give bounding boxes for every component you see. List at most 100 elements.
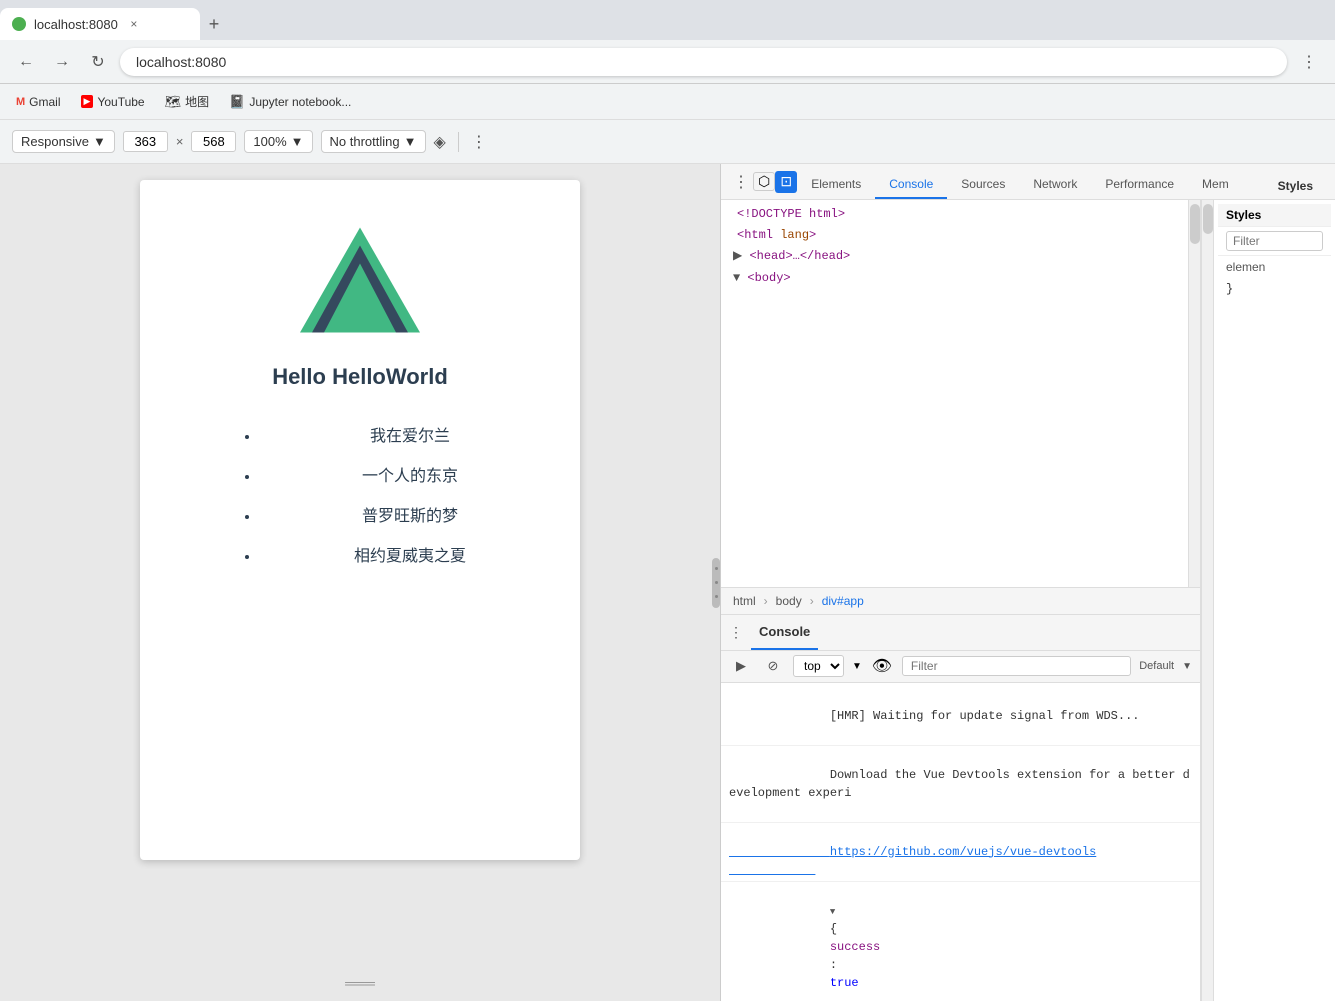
app-title: Hello HelloWorld — [272, 364, 448, 390]
closing-brace: } — [1218, 278, 1331, 300]
list-item: 相约夏威夷之夏 — [260, 534, 560, 574]
console-message-devtools: Download the Vue Devtools extension for … — [721, 746, 1200, 823]
jupyter-icon: 📓 — [229, 94, 245, 110]
bookmark-gmail[interactable]: M Gmail — [8, 91, 69, 113]
styles-header: Styles — [1218, 204, 1331, 227]
throttle-selector[interactable]: No throttling ▼ — [321, 130, 426, 153]
tab-close-button[interactable]: × — [126, 16, 142, 32]
tab-console[interactable]: Console — [875, 171, 947, 199]
elemen-label: elemen — [1218, 256, 1331, 278]
bookmark-jupyter[interactable]: 📓 Jupyter notebook... — [221, 90, 359, 114]
address-input[interactable] — [120, 48, 1287, 76]
styles-filter-input[interactable] — [1226, 231, 1323, 251]
more-button[interactable]: ⋮ — [1295, 48, 1323, 76]
zoom-label: 100% — [253, 134, 286, 149]
context-selector[interactable]: top — [793, 655, 844, 677]
console-filter-input[interactable] — [902, 656, 1131, 676]
console-message-hmr: [HMR] Waiting for update signal from WDS… — [721, 687, 1200, 746]
scrollbar-thumb — [1190, 204, 1200, 244]
scroll-indicator: ═══ — [345, 975, 375, 991]
tab-sources[interactable]: Sources — [947, 171, 1019, 199]
list-item: 我在爱尔兰 — [260, 414, 560, 454]
device-frame: Hello HelloWorld 我在爱尔兰 一个人的东京 普罗旺斯的梦 相约夏… — [140, 180, 580, 860]
device-label: Responsive — [21, 134, 89, 149]
breadcrumb-body[interactable]: body — [772, 592, 806, 610]
throttle-arrow: ▼ — [404, 134, 417, 149]
element-html[interactable]: <html lang> — [721, 225, 1188, 246]
active-tab[interactable]: localhost:8080 × — [0, 8, 200, 40]
console-stop-btn[interactable]: ⊘ — [761, 654, 785, 678]
scrollbar-thumb — [1203, 204, 1213, 234]
list-item: 一个人的东京 — [260, 454, 560, 494]
network-conditions-icon[interactable]: ◈ — [434, 132, 446, 152]
maps-icon: 🗺 — [165, 94, 182, 110]
app-list: 我在爱尔兰 一个人的东京 普罗旺斯的梦 相约夏威夷之夏 — [160, 414, 560, 574]
console-toolbar: ⋮ Console — [721, 615, 1200, 651]
styles-tab-label: Styles — [1264, 173, 1327, 199]
console-tab-label[interactable]: Console — [751, 615, 818, 650]
bookmark-label: 地图 — [185, 93, 209, 110]
zoom-arrow: ▼ — [291, 134, 304, 149]
tab-favicon — [12, 17, 26, 31]
back-button[interactable]: ← — [12, 48, 40, 76]
throttle-label: No throttling — [330, 134, 400, 149]
context-arrow[interactable]: ▼ — [852, 661, 862, 672]
console-play-btn[interactable]: ▶ — [729, 654, 753, 678]
tab-elements[interactable]: Elements — [797, 171, 875, 199]
device-selector[interactable]: Responsive ▼ — [12, 130, 115, 153]
bookmark-maps[interactable]: 🗺 地图 — [157, 89, 218, 114]
bookmark-label: YouTube — [97, 95, 144, 109]
tab-bar: localhost:8080 × + — [0, 0, 1335, 40]
dimension-separator: × — [176, 134, 184, 149]
vue-logo — [300, 220, 420, 340]
devtools-scrollbar[interactable] — [1202, 200, 1214, 1001]
console-output: [HMR] Waiting for update signal from WDS… — [721, 683, 1200, 1001]
tab-network[interactable]: Network — [1019, 171, 1091, 199]
console-filter-bar: ▶ ⊘ top ▼ 👁 Default ▼ — [721, 651, 1200, 683]
width-input[interactable] — [123, 131, 168, 152]
devtools-more-icon[interactable]: ⋮ — [729, 172, 753, 192]
breadcrumb-bar: html › body › div#app — [721, 587, 1200, 615]
element-doctype[interactable]: <!DOCTYPE html> — [721, 204, 1188, 225]
devtools-panel: ⋮ ⬡ ⊡ Elements Console Sources Network P… — [720, 164, 1335, 1001]
elements-panel: <!DOCTYPE html> <html lang> ▶ <head>…</h… — [721, 200, 1201, 1001]
browser-viewport: Hello HelloWorld 我在爱尔兰 一个人的东京 普罗旺斯的梦 相约夏… — [0, 164, 720, 1001]
tab-title: localhost:8080 — [34, 17, 118, 32]
styles-filter-row — [1218, 227, 1331, 256]
address-bar: ← → ↻ ⋮ — [0, 40, 1335, 84]
elements-scrollbar[interactable] — [1188, 200, 1200, 587]
breadcrumb-html[interactable]: html — [729, 592, 760, 610]
main-area: Hello HelloWorld 我在爱尔兰 一个人的东京 普罗旺斯的梦 相约夏… — [0, 164, 1335, 1001]
device-content: Hello HelloWorld 我在爱尔兰 一个人的东京 普罗旺斯的梦 相约夏… — [140, 180, 580, 614]
more-options-icon[interactable]: ⋮ — [471, 132, 487, 152]
bookmark-label: Jupyter notebook... — [249, 95, 351, 109]
forward-button[interactable]: → — [48, 48, 76, 76]
height-input[interactable] — [191, 131, 236, 152]
inspect-icon[interactable]: ⬡ — [753, 172, 775, 191]
tab-mem[interactable]: Mem — [1188, 171, 1243, 199]
bookmarks-bar: M Gmail ▶ YouTube 🗺 地图 📓 Jupyter noteboo… — [0, 84, 1335, 120]
zoom-selector[interactable]: 100% ▼ — [244, 130, 312, 153]
default-level[interactable]: Default — [1139, 660, 1174, 672]
device-toggle-icon[interactable]: ⊡ — [775, 171, 797, 193]
elements-tree: <!DOCTYPE html> <html lang> ▶ <head>…</h… — [721, 200, 1188, 587]
default-arrow: ▼ — [1182, 661, 1192, 672]
eye-btn[interactable]: 👁 — [870, 654, 894, 678]
element-body[interactable]: ▼ <body> — [721, 268, 1188, 289]
gmail-icon: M — [16, 96, 25, 108]
tab-performance[interactable]: Performance — [1091, 171, 1188, 199]
devtools-more-btn[interactable]: ⋮ — [729, 624, 743, 641]
element-head[interactable]: ▶ <head>…</head> — [721, 246, 1188, 267]
new-tab-button[interactable]: + — [200, 10, 228, 38]
styles-content: Styles elemen } — [1214, 200, 1335, 1001]
devtools-body: <!DOCTYPE html> <html lang> ▶ <head>…</h… — [721, 200, 1335, 1001]
list-item: 普罗旺斯的梦 — [260, 494, 560, 534]
bookmark-youtube[interactable]: ▶ YouTube — [73, 91, 153, 113]
styles-panel: Styles elemen } — [1201, 200, 1335, 1001]
toolbar-separator — [458, 132, 459, 152]
viewport-resize-handle[interactable] — [712, 558, 720, 608]
reload-button[interactable]: ↻ — [84, 48, 112, 76]
breadcrumb-divapp[interactable]: div#app — [818, 592, 868, 610]
console-link-devtools[interactable]: https://github.com/vuejs/vue-devtools — [721, 823, 1200, 882]
browser-chrome: localhost:8080 × + ← → ↻ ⋮ M Gmail ▶ You… — [0, 0, 1335, 120]
